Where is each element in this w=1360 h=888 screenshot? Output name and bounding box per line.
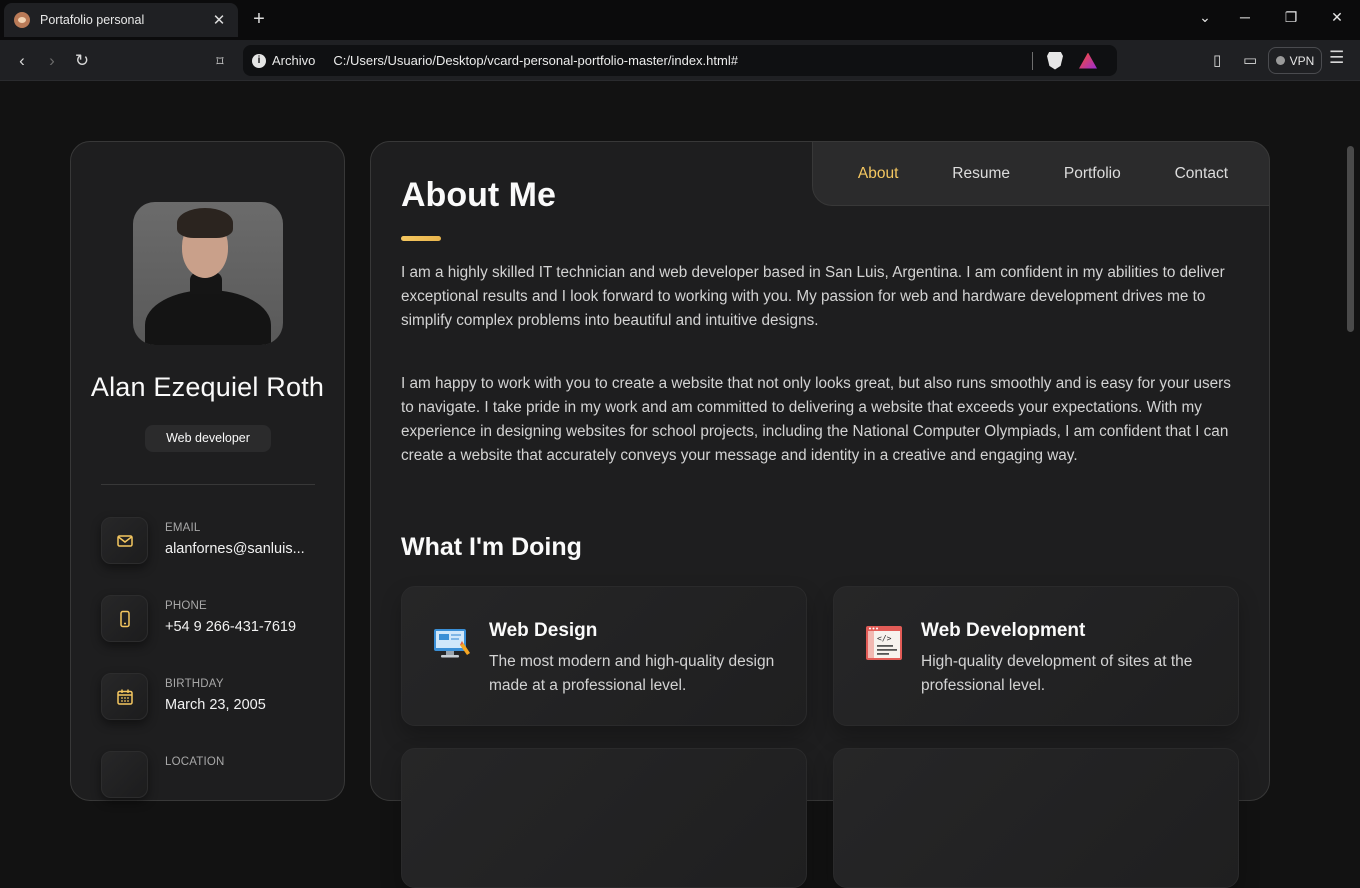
services-title: What I'm Doing	[401, 533, 582, 561]
address-scheme-label: Archivo	[272, 53, 316, 68]
profile-name: Alan Ezequiel Roth	[90, 372, 325, 402]
address-url[interactable]: C:/Users/Usuario/Desktop/vcard-personal-…	[333, 53, 1032, 68]
service-card	[833, 748, 1239, 888]
nav-link-contact[interactable]: Contact	[1175, 165, 1228, 183]
new-tab-icon[interactable]: +	[248, 8, 270, 30]
page-scrollbar[interactable]	[1347, 146, 1354, 332]
nav-link-resume[interactable]: Resume	[952, 165, 1010, 183]
address-bar[interactable]: i Archivo C:/Users/Usuario/Desktop/vcard…	[243, 45, 1117, 76]
address-divider	[1032, 51, 1033, 70]
service-card-web-development: </> Web Development High-quality develop…	[833, 586, 1239, 726]
favicon-icon	[14, 12, 30, 28]
web-development-icon: </>	[864, 623, 904, 663]
contact-item-email: EMAIL alanfornes@sanluis...	[101, 517, 321, 565]
email-link[interactable]: alanfornes@sanluis...	[165, 541, 305, 557]
phone-icon	[101, 595, 148, 642]
menu-icon[interactable]: ☰	[1329, 48, 1344, 68]
tab-title: Portafolio personal	[40, 13, 145, 27]
close-window-icon[interactable]: ✕	[1327, 9, 1347, 26]
browser-tab[interactable]: Portafolio personal ✕	[4, 3, 238, 37]
minimize-icon[interactable]: ─	[1235, 9, 1255, 25]
service-text: High-quality development of sites at the…	[921, 653, 1193, 694]
main-navbar: About Resume Portfolio Contact	[812, 141, 1270, 206]
nav-link-about[interactable]: About	[858, 165, 899, 183]
info-icon[interactable]: i	[252, 53, 266, 68]
sidebar-separator	[101, 484, 315, 485]
contact-item-location: LOCATION	[101, 751, 321, 799]
service-title: Web Design	[489, 620, 598, 641]
role-badge: Web developer	[145, 425, 271, 452]
birthday-value: March 23, 2005	[165, 697, 266, 713]
restore-icon[interactable]: ❐	[1281, 9, 1301, 26]
bookmark-icon[interactable]: ⌑	[209, 50, 231, 72]
contact-label: BIRTHDAY	[165, 678, 224, 690]
contact-label: PHONE	[165, 600, 207, 612]
main-content: About Resume Portfolio Contact About Me …	[370, 141, 1270, 888]
title-underline	[401, 236, 441, 241]
service-text: The most modern and high-quality design …	[489, 653, 775, 694]
brave-rewards-icon[interactable]	[1079, 52, 1097, 69]
avatar	[133, 202, 283, 345]
web-design-icon	[432, 623, 472, 663]
sidebar-toggle-icon[interactable]: ▯	[1213, 51, 1221, 69]
contact-label: LOCATION	[165, 756, 225, 768]
vpn-label: VPN	[1289, 53, 1315, 68]
profile-sidebar: Alan Ezequiel Roth Web developer EMAIL a…	[70, 141, 345, 801]
calendar-icon	[101, 673, 148, 720]
contact-item-phone: PHONE +54 9 266-431-7619	[101, 595, 321, 643]
location-icon	[101, 751, 148, 798]
contact-item-birthday: BIRTHDAY March 23, 2005	[101, 673, 321, 721]
nav-link-portfolio[interactable]: Portfolio	[1064, 165, 1121, 183]
service-title: Web Development	[921, 620, 1086, 641]
mail-icon	[101, 517, 148, 564]
about-paragraph: I am happy to work with you to create a …	[401, 375, 1231, 464]
close-tab-icon[interactable]: ✕	[210, 11, 228, 29]
forward-icon[interactable]: ›	[41, 50, 63, 72]
back-icon[interactable]: ‹	[11, 50, 33, 72]
service-card-web-design: Web Design The most modern and high-qual…	[401, 586, 807, 726]
vpn-status-icon	[1275, 56, 1285, 65]
svg-text:</>: </>	[877, 634, 892, 643]
vpn-button[interactable]: VPN	[1268, 47, 1322, 74]
about-paragraph: I am a highly skilled IT technician and …	[401, 264, 1225, 329]
reload-icon[interactable]: ↻	[71, 50, 93, 72]
contact-label: EMAIL	[165, 522, 201, 534]
tab-search-chevron-icon[interactable]: ⌄	[1195, 9, 1215, 26]
wallet-icon[interactable]: ▭	[1243, 51, 1257, 69]
phone-link[interactable]: +54 9 266-431-7619	[165, 619, 296, 635]
service-card	[401, 748, 807, 888]
brave-shields-icon[interactable]	[1047, 51, 1063, 70]
browser-tab-strip: Portafolio personal ✕ + ⌄ ─ ❐ ✕	[0, 0, 1360, 40]
page-title: About Me	[401, 176, 556, 214]
